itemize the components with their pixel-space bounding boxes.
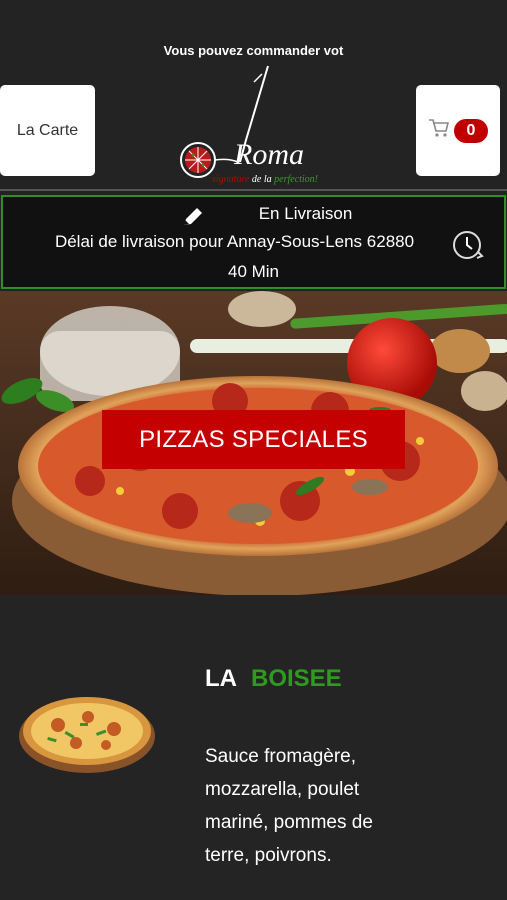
cart-button[interactable]: 0: [416, 85, 500, 176]
delivery-info-panel[interactable]: En Livraison Délai de livraison pour Ann…: [1, 195, 506, 289]
delivery-mode: En Livraison: [3, 204, 504, 225]
logo-wordmark: Roma: [234, 138, 304, 171]
la-carte-button[interactable]: La Carte: [0, 85, 95, 176]
marquee-text: Vous pouvez commander vot: [163, 43, 344, 58]
product-description: Sauce fromagère, mozzarella, poulet mari…: [205, 746, 373, 866]
pencil-icon[interactable]: [181, 206, 205, 233]
delivery-city-line: Délai de livraison pour Annay-Sous-Lens …: [54, 232, 415, 251]
roma-logo[interactable]: Roma: [176, 62, 332, 188]
product-title: LA BOISEE: [205, 665, 342, 692]
delivery-mode-label: En Livraison: [258, 204, 353, 223]
header-divider: [0, 189, 507, 191]
category-button[interactable]: PIZZAS SPECIALES: [102, 410, 405, 469]
product-card[interactable]: LA BOISEE Sauce fromagère, mozzarella, po…: [0, 595, 507, 900]
app-header: Vous pouvez commander vot La Carte Roma …: [0, 0, 507, 191]
product-image[interactable]: [18, 693, 156, 780]
logo-tagline: signature de la perfection!: [212, 174, 319, 185]
cart-icon: [428, 118, 450, 143]
cart-count-badge: 0: [454, 118, 488, 143]
delivery-time: 40 Min: [227, 262, 280, 281]
